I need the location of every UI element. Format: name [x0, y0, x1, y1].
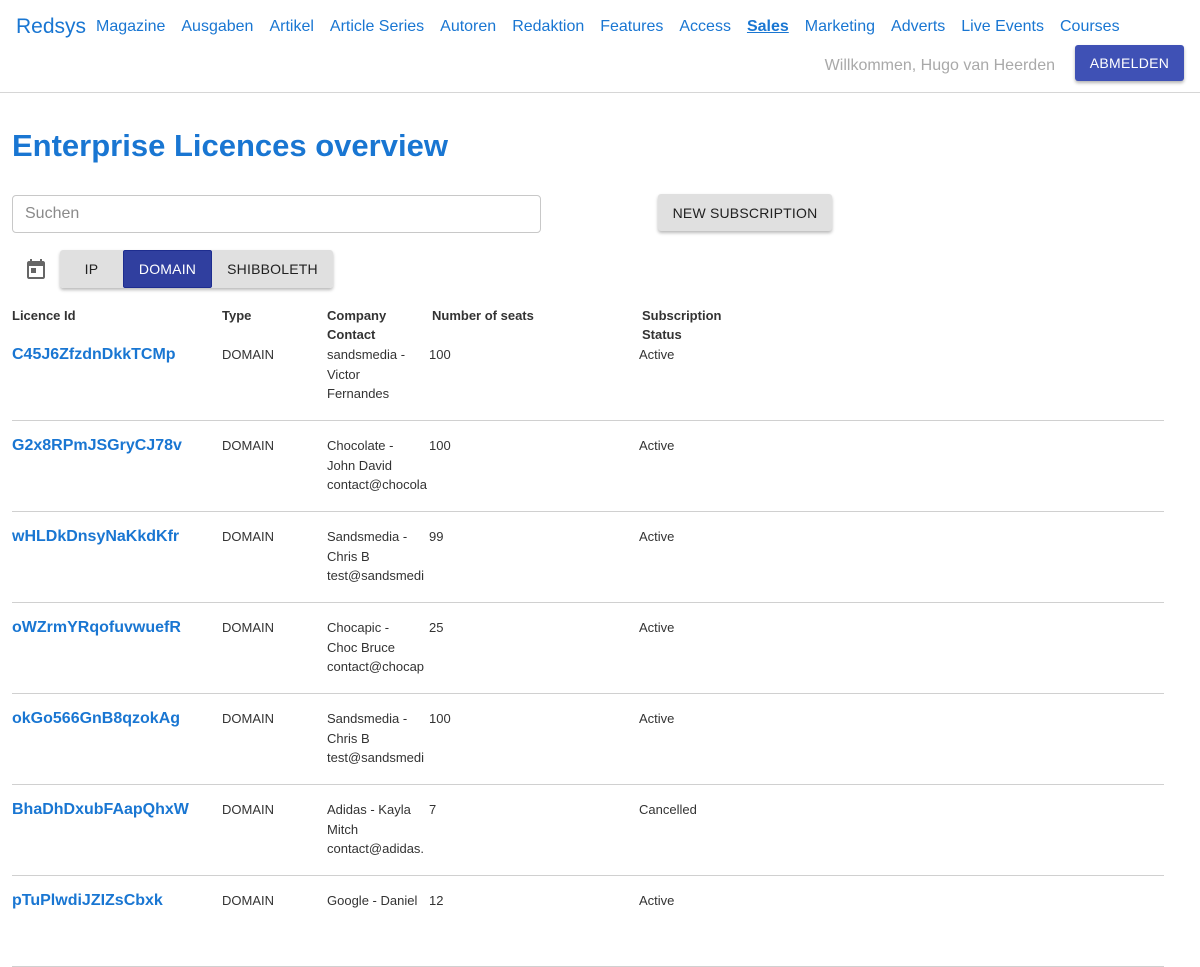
header-seats: Number of seats [432, 308, 534, 323]
table-row: pTuPlwdiJZIZsCbxk DOMAIN Google - Daniel… [12, 876, 1164, 967]
header-status: Subscription Status [642, 308, 722, 342]
page-title: Enterprise Licences overview [12, 128, 448, 163]
nav-magazine[interactable]: Magazine [96, 17, 165, 37]
status-cell: Active [639, 711, 675, 726]
status-cell: Active [639, 529, 675, 544]
table-row: wHLDkDnsyNaKkdKfr DOMAIN Sandsmedia - Ch… [12, 512, 1164, 603]
licences-table: Licence Id Type Company Contact Number o… [12, 305, 1164, 967]
table-row: oWZrmYRqofuvwuefR DOMAIN Chocapic - Choc… [12, 603, 1164, 694]
nav-live-events[interactable]: Live Events [961, 17, 1044, 37]
calendar-icon[interactable] [24, 257, 48, 281]
contact-cell: Chocolate - John David contact@chocola [327, 438, 427, 492]
seats-cell: 100 [429, 711, 451, 726]
seats-cell: 100 [429, 347, 451, 362]
nav-marketing[interactable]: Marketing [805, 17, 875, 37]
licence-id-link[interactable]: okGo566GnB8qzokAg [12, 709, 222, 729]
nav-article-series[interactable]: Article Series [330, 17, 424, 37]
licence-type-filter: IP DOMAIN SHIBBOLETH [60, 250, 333, 288]
nav-artikel[interactable]: Artikel [269, 17, 313, 37]
seats-cell: 100 [429, 438, 451, 453]
type-cell: DOMAIN [222, 438, 274, 453]
type-cell: DOMAIN [222, 711, 274, 726]
nav-sales[interactable]: Sales [747, 17, 789, 37]
welcome-text: Willkommen, Hugo van Heerden [824, 57, 1055, 74]
table-row: BhaDhDxubFAapQhxW DOMAIN Adidas - Kayla … [12, 785, 1164, 876]
logout-button[interactable]: ABMELDEN [1075, 45, 1184, 81]
nav-adverts[interactable]: Adverts [891, 17, 945, 37]
nav-access[interactable]: Access [679, 17, 731, 37]
licence-id-link[interactable]: oWZrmYRqofuvwuefR [12, 618, 222, 638]
licence-id-link[interactable]: wHLDkDnsyNaKkdKfr [12, 527, 222, 547]
status-cell: Cancelled [639, 802, 697, 817]
licence-id-link[interactable]: pTuPlwdiJZIZsCbxk [12, 891, 222, 911]
table-row: G2x8RPmJSGryCJ78v DOMAIN Chocolate - Joh… [12, 421, 1164, 512]
type-cell: DOMAIN [222, 347, 274, 362]
nav-courses[interactable]: Courses [1060, 17, 1120, 37]
nav-redaktion[interactable]: Redaktion [512, 17, 584, 37]
filter-shibboleth-button[interactable]: SHIBBOLETH [212, 250, 333, 288]
header-company-contact: Company Contact [327, 308, 387, 342]
contact-cell: Sandsmedia - Chris B test@sandsmedi [327, 529, 425, 583]
licence-id-link[interactable]: C45J6ZfzdnDkkTCMp [12, 345, 222, 365]
contact-cell: sandsmedia - Victor Fernandes [327, 347, 406, 401]
type-cell: DOMAIN [222, 620, 274, 635]
main-nav: Magazine Ausgaben Artikel Article Series… [96, 17, 1120, 37]
type-cell: DOMAIN [222, 802, 274, 817]
nav-features[interactable]: Features [600, 17, 663, 37]
brand-link[interactable]: Redsys [16, 15, 86, 39]
licence-id-link[interactable]: BhaDhDxubFAapQhxW [12, 800, 222, 820]
contact-cell: Sandsmedia - Chris B test@sandsmedi [327, 711, 425, 765]
licence-id-link[interactable]: G2x8RPmJSGryCJ78v [12, 436, 222, 456]
contact-cell: Chocapic - Choc Bruce contact@chocap [327, 620, 425, 674]
top-bar: Redsys Magazine Ausgaben Artikel Article… [0, 0, 1200, 93]
status-cell: Active [639, 347, 675, 362]
filter-ip-button[interactable]: IP [60, 250, 123, 288]
filter-domain-button[interactable]: DOMAIN [123, 250, 212, 288]
seats-cell: 7 [429, 802, 437, 817]
table-row: okGo566GnB8qzokAg DOMAIN Sandsmedia - Ch… [12, 694, 1164, 785]
header-type: Type [222, 308, 252, 323]
status-cell: Active [639, 438, 675, 453]
nav-ausgaben[interactable]: Ausgaben [181, 17, 253, 37]
seats-cell: 99 [429, 529, 444, 544]
header-licence-id: Licence Id [12, 308, 76, 323]
new-subscription-button[interactable]: NEW SUBSCRIPTION [658, 194, 832, 231]
table-header: Licence Id Type Company Contact Number o… [12, 305, 1164, 342]
type-cell: DOMAIN [222, 529, 274, 544]
seats-cell: 25 [429, 620, 444, 635]
contact-cell: Adidas - Kayla Mitch contact@adidas. [327, 802, 425, 856]
search-input[interactable] [12, 195, 541, 233]
nav-autoren[interactable]: Autoren [440, 17, 496, 37]
table-row: C45J6ZfzdnDkkTCMp DOMAIN sandsmedia - Vi… [12, 342, 1164, 421]
status-cell: Active [639, 620, 675, 635]
